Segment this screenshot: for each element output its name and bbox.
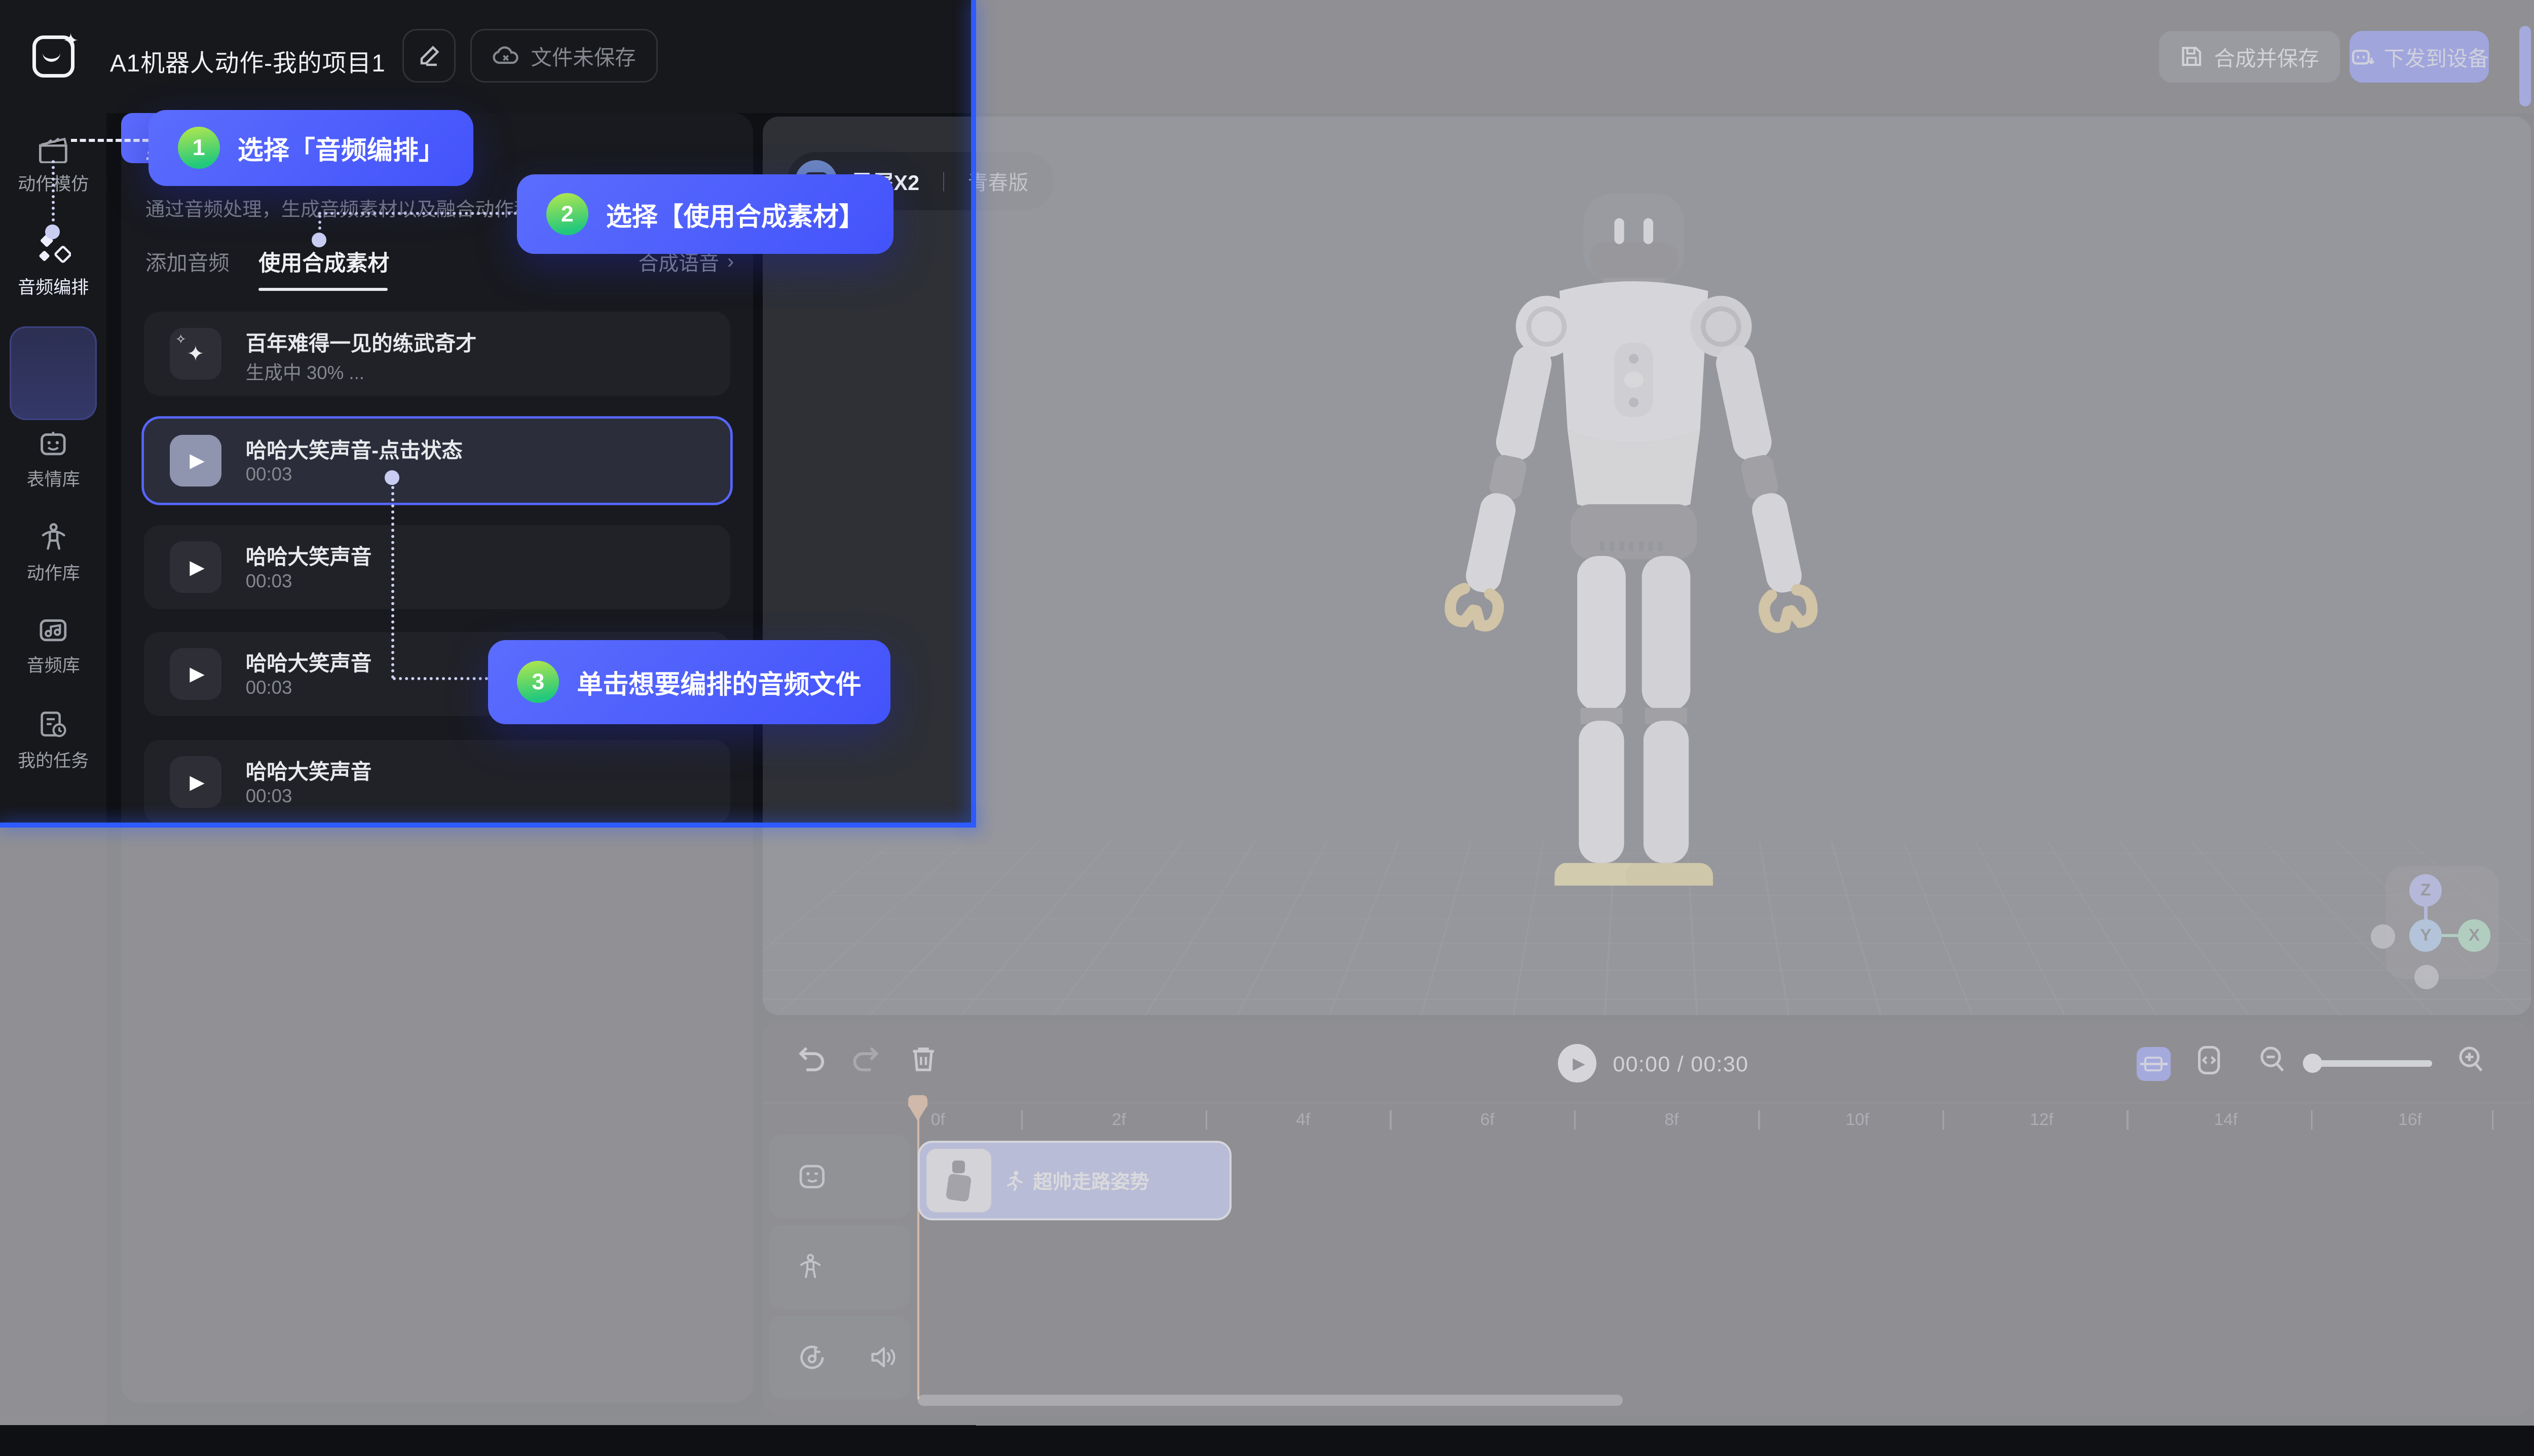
audio-item-title: 哈哈大笑声音 [246,646,372,677]
pencil-icon [417,44,441,68]
audio-item-title: 哈哈大笑声音 [246,540,372,570]
audio-item-duration: 00:03 [246,571,292,592]
active-tab-underline [258,288,388,291]
sidebar-active-highlight [10,326,97,420]
sidebar-item-expression-library[interactable]: 表情库 [0,430,106,491]
sidebar-item-audio-library[interactable]: 音频库 [0,616,106,677]
project-title: A1机器人动作-我的项目1 [110,44,386,79]
play-button[interactable]: ▶ [170,435,221,487]
step-number-badge: 3 [517,661,559,703]
sidebar-item-my-tasks[interactable]: 我的任务 [0,710,106,772]
connector-step1 [52,160,55,221]
connector-step2 [318,212,517,215]
audio-item-generating[interactable]: ✧✦ 百年难得一见的练武奇才 生成中 30% ... [144,312,731,396]
person-icon [0,522,106,553]
play-button[interactable]: ▶ [170,648,221,700]
app-logo-icon: ✦ [32,35,74,78]
file-unsaved-label: 文件未保存 [531,41,636,71]
audio-item-title: 哈哈大笑声音 [246,755,372,785]
connector-dot [45,225,60,239]
step-number-badge: 2 [546,193,588,235]
connector-step1 [71,139,148,142]
music-box-icon [0,616,106,645]
step-number-badge: 1 [178,127,220,169]
task-clock-icon [0,710,106,740]
connector-step3 [393,677,488,680]
robot-face-icon [0,430,106,459]
sidebar-item-audio-arrange[interactable]: 音频编排 [0,234,106,299]
audio-item-duration: 00:03 [246,677,292,698]
audio-item-selected[interactable]: ▶ 哈哈大笑声音-点击状态 00:03 [144,419,731,503]
play-button[interactable]: ▶ [170,756,221,808]
sidebar-item-motion-library[interactable]: 动作库 [0,522,106,585]
tab-add-audio[interactable]: 添加音频 [145,246,230,276]
tutorial-dim-overlay [976,0,2534,1426]
rename-project-button[interactable] [402,29,456,82]
tutorial-step-2: 2 选择【使用合成素材】 [517,174,893,253]
tutorial-dim-overlay [0,823,976,1425]
connector-dot [385,470,399,485]
tab-use-synth-material[interactable]: 使用合成素材 [258,246,389,277]
connector-step3 [391,480,394,679]
connector-step2 [318,215,321,230]
file-unsaved-button[interactable]: 文件未保存 [470,29,658,82]
audio-item-duration: 00:03 [246,786,292,807]
cloud-icon [492,45,519,67]
diamonds-icon [0,234,106,267]
play-button[interactable]: ▶ [170,541,221,593]
connector-dot [312,233,326,247]
audio-item-duration: 00:03 [246,464,292,485]
app-window: ✦ A1机器人动作-我的项目1 文件未保存 合成并保存 下发到设备 [0,0,2534,1426]
audio-item-title: 百年难得一见的练武奇才 [246,326,477,357]
audio-item[interactable]: ▶ 哈哈大笑声音 00:03 [144,525,731,609]
spotlight-border [971,0,976,828]
tutorial-step-1: 1 选择「音频编排」 [148,110,473,186]
sparkle-icon: ✧✦ [170,328,221,380]
audio-item-title: 哈哈大笑声音-点击状态 [246,433,463,464]
tutorial-step-3: 3 单击想要编排的音频文件 [488,640,890,724]
audio-item-status: 生成中 30% ... [246,357,364,385]
audio-item[interactable]: ▶ 哈哈大笑声音 00:03 [144,740,731,824]
spotlight-border [0,823,976,828]
